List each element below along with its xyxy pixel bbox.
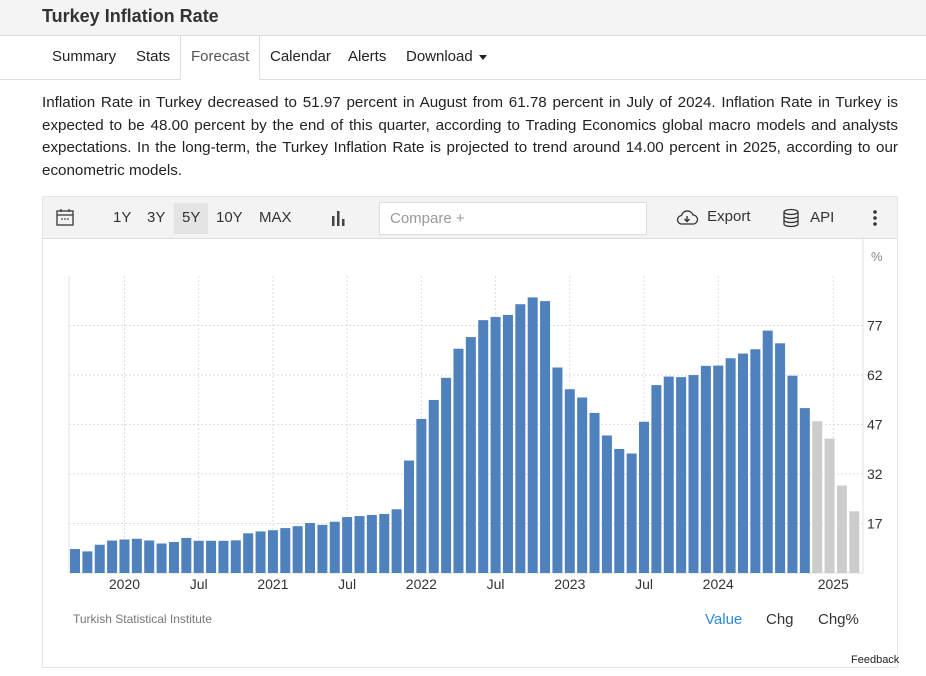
bar-forecast (824, 438, 835, 573)
description: Inflation Rate in Turkey decreased to 51… (42, 94, 898, 179)
y-tick-label: 32 (867, 466, 883, 482)
bar-actual (267, 530, 278, 573)
bar-actual (713, 365, 724, 573)
bar-actual (354, 516, 365, 573)
bar-actual (589, 412, 600, 573)
bar-actual (218, 540, 229, 573)
bar-actual (490, 316, 501, 573)
bar-actual (614, 448, 625, 573)
bar-actual (787, 375, 798, 573)
bar-actual (737, 353, 748, 573)
x-tick-label: Jul (635, 576, 653, 592)
x-tick-label: Jul (338, 576, 356, 592)
bar-actual (775, 343, 786, 573)
tab-forecast[interactable]: Forecast (180, 36, 261, 80)
x-tick-label: 2023 (554, 576, 585, 592)
x-tick-label: 2024 (703, 576, 734, 592)
bar-actual (292, 526, 303, 573)
bar-actual (527, 297, 538, 573)
x-tick-label: 2020 (109, 576, 140, 592)
bar-actual (478, 320, 489, 573)
tab-download[interactable]: Download (406, 48, 487, 65)
bar-actual (82, 551, 93, 573)
x-tick-label: Jul (190, 576, 208, 592)
bar-actual (379, 513, 390, 573)
tab-calendar[interactable]: Calendar (270, 48, 331, 65)
y-tick-label: 77 (867, 318, 883, 334)
bar-forecast (849, 511, 860, 573)
bar-actual (465, 337, 476, 573)
bar-actual (403, 460, 414, 573)
bar-actual (255, 531, 266, 573)
tab-stats[interactable]: Stats (136, 48, 170, 65)
x-tick-label: 2025 (818, 576, 849, 592)
bar-actual (453, 348, 464, 573)
bar-actual (626, 453, 637, 573)
mode-chg[interactable]: Chg (766, 611, 794, 628)
bar-actual (181, 537, 192, 573)
title-bar: Turkey Inflation Rate (0, 0, 926, 36)
bar-actual (206, 540, 217, 573)
bar-forecast (812, 421, 823, 573)
x-tick-label: 2022 (406, 576, 437, 592)
bar-actual (230, 540, 241, 573)
page-title: Turkey Inflation Rate (42, 6, 219, 26)
bar-actual (70, 549, 80, 573)
mode-chg-percent[interactable]: Chg% (818, 611, 859, 628)
caret-down-icon (478, 54, 487, 60)
bar-actual (540, 301, 551, 573)
source-label: Turkish Statistical Institute (73, 612, 212, 626)
bar-actual (107, 540, 118, 573)
bar-chart: 17 32 47 62 77 2020 Jul 2021 Jul 2022 Jul 2023 Jul 20… (68, 236, 883, 592)
bar-actual (441, 377, 452, 573)
bar-actual (700, 365, 711, 573)
bar-actual (688, 375, 699, 573)
bar-forecast (836, 485, 847, 573)
bar-actual (305, 523, 316, 573)
bar-actual (144, 540, 155, 573)
bar-actual (280, 528, 291, 573)
bar-actual (564, 389, 575, 573)
bar-actual (329, 521, 340, 573)
bar-actual (601, 435, 612, 573)
bar-actual (552, 367, 563, 573)
bar-actual (750, 349, 761, 573)
x-tick-label: 2021 (257, 576, 288, 592)
bar-actual (663, 376, 674, 573)
bar-actual (725, 358, 736, 573)
bar-actual (651, 385, 662, 573)
tab-alerts[interactable]: Alerts (348, 48, 386, 65)
bar-actual (366, 514, 377, 573)
bar-actual (193, 540, 204, 573)
bar-actual (119, 539, 130, 573)
bar-actual (428, 399, 439, 573)
bar-actual (94, 544, 105, 573)
bar-actual (156, 543, 167, 573)
bar-actual (342, 517, 353, 573)
bar-actual (243, 533, 254, 573)
bar-actual (515, 304, 526, 573)
tab-summary[interactable]: Summary (52, 48, 116, 65)
bar-actual (676, 377, 687, 573)
download-label: Download (406, 48, 473, 65)
bar-actual (762, 330, 773, 573)
bar-actual (639, 421, 650, 573)
bar-actual (131, 538, 142, 573)
tab-bar: Summary Stats Forecast Calendar Alerts D… (0, 36, 926, 80)
y-tick-label: 47 (867, 417, 883, 433)
y-tick-label: 62 (867, 367, 883, 383)
bar-actual (317, 524, 328, 573)
bar-actual (577, 397, 588, 573)
mode-value[interactable]: Value (705, 611, 742, 628)
bar-actual (168, 542, 179, 573)
chart-panel: 1Y 3Y 5Y 10Y MAX Compare + Export API % … (42, 196, 899, 668)
bar-actual (799, 408, 810, 573)
y-tick-label: 17 (867, 516, 883, 532)
bar-actual (391, 509, 402, 573)
x-tick-label: Jul (487, 576, 505, 592)
feedback-link[interactable]: Feedback (851, 654, 899, 666)
bar-actual (502, 314, 513, 573)
bar-actual (416, 418, 427, 573)
